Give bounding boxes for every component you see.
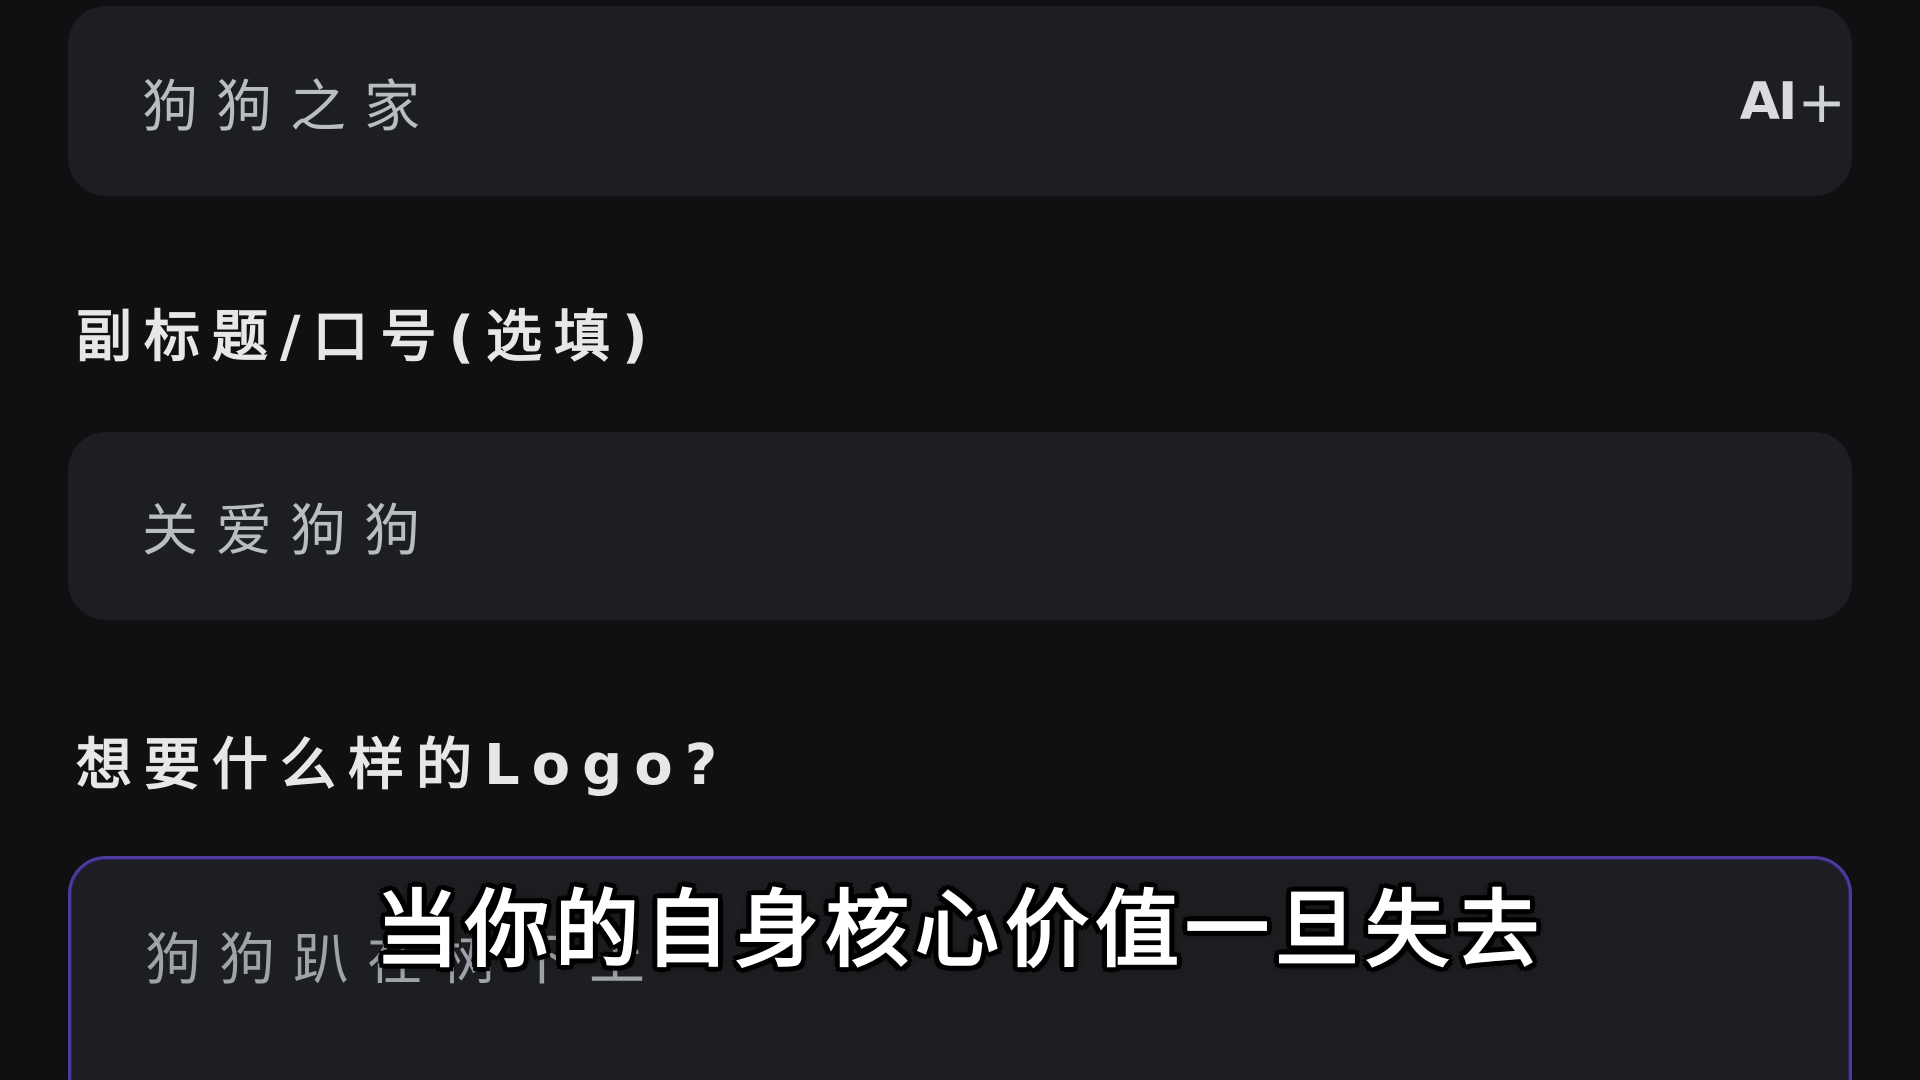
logo-description-label: 想要什么样的Logo? <box>76 733 730 798</box>
brand-name-input[interactable]: 狗狗之家 AI + <box>68 6 1852 196</box>
logo-generator-form: 狗狗之家 AI + 副标题/口号(选填) 关爱狗狗 想要什么样的Logo? 狗狗… <box>0 0 1920 1080</box>
ai-generate-button[interactable]: AI + <box>1739 68 1846 136</box>
subtitle-label: 副标题/口号(选填) <box>76 305 660 370</box>
plus-icon: + <box>1797 68 1846 136</box>
video-subtitle-caption: 当你的自身核心价值一旦失去 <box>374 881 1545 979</box>
subtitle-input[interactable]: 关爱狗狗 <box>68 432 1852 620</box>
subtitle-value: 关爱狗狗 <box>142 499 438 564</box>
ai-button-label: AI <box>1739 72 1798 132</box>
brand-name-value: 狗狗之家 <box>142 75 438 140</box>
